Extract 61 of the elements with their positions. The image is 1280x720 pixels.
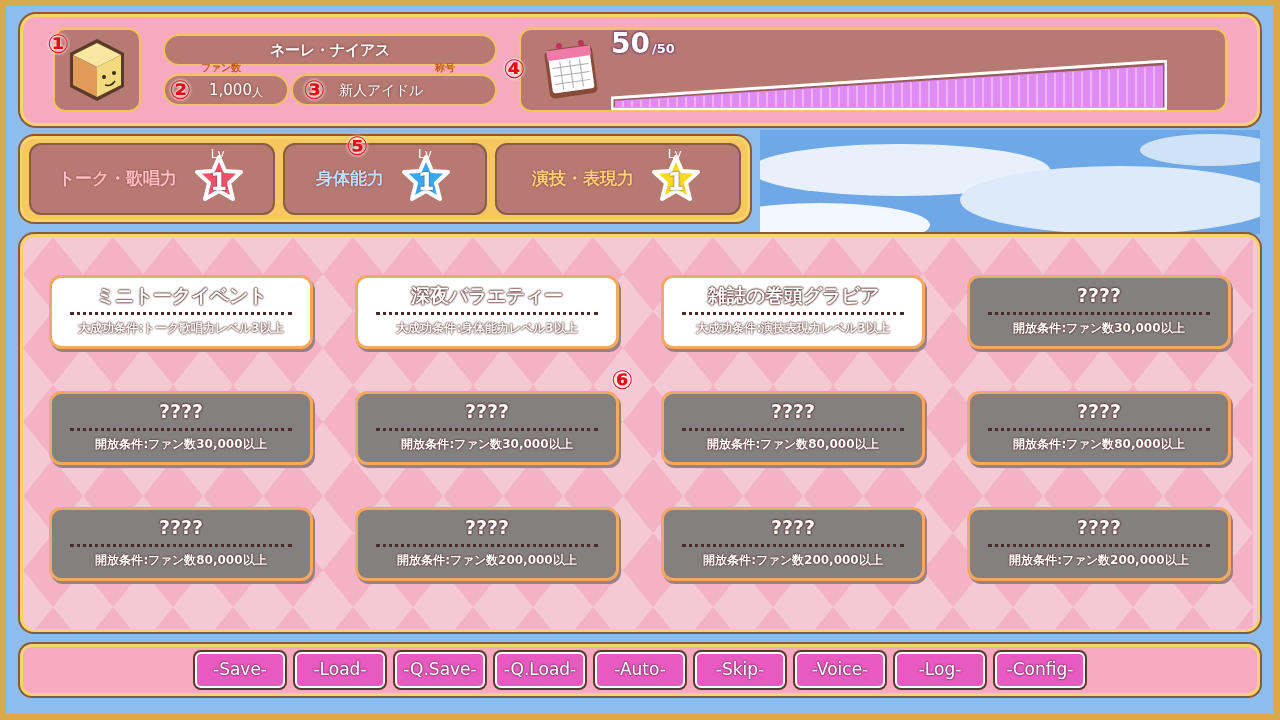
- menu-button[interactable]: -Voice-: [795, 652, 885, 688]
- title-value: 新人アイドル: [339, 81, 423, 100]
- event-card[interactable]: ???? 開放条件:ファン数200,000以上: [355, 507, 619, 581]
- skill-name: 演技・表現力: [531, 167, 634, 191]
- menu-button[interactable]: -Save-: [195, 652, 285, 688]
- event-title: ????: [158, 515, 204, 540]
- menu-button[interactable]: -Config-: [995, 652, 1085, 688]
- event-condition: 開放条件:ファン数80,000以上: [1013, 436, 1185, 453]
- event-condition: 開放条件:ファン数200,000以上: [703, 552, 883, 569]
- event-card[interactable]: ???? 開放条件:ファン数200,000以上: [967, 507, 1231, 581]
- level-label: Lv: [667, 146, 682, 163]
- event-card[interactable]: ???? 開放条件:ファン数30,000以上: [49, 391, 313, 465]
- event-condition: 開放条件:ファン数200,000以上: [397, 552, 577, 569]
- fans-count: 1,000: [209, 79, 252, 101]
- event-condition: 開放条件:ファン数30,000以上: [1013, 320, 1185, 337]
- level-label: Lv: [210, 146, 225, 163]
- event-card[interactable]: ???? 開放条件:ファン数80,000以上: [49, 507, 313, 581]
- event-condition: 開放条件:ファン数30,000以上: [95, 436, 267, 453]
- event-title: 深夜バラエティー: [411, 283, 563, 308]
- event-condition: 開放条件:ファン数80,000以上: [707, 436, 879, 453]
- event-title: ????: [770, 515, 816, 540]
- event-title: ????: [1076, 399, 1122, 424]
- menu-button[interactable]: -Skip-: [695, 652, 785, 688]
- menu-button[interactable]: -Auto-: [595, 652, 685, 688]
- menu-button[interactable]: -Q.Save-: [395, 652, 485, 688]
- event-condition: 開放条件:ファン数80,000以上: [95, 552, 267, 569]
- event-condition: 大成功条件:演技表現力レベル3以上: [696, 320, 890, 337]
- stamina-max: /50: [651, 39, 675, 58]
- menu-button[interactable]: -Load-: [295, 652, 385, 688]
- event-card[interactable]: ミニトークイベント 大成功条件:トーク歌唱力レベル3以上: [49, 275, 313, 349]
- fans-unit: 人: [251, 85, 263, 101]
- event-title: ????: [464, 399, 510, 424]
- marker-number: ③: [303, 77, 325, 103]
- event-card[interactable]: ???? 開放条件:ファン数80,000以上: [967, 391, 1231, 465]
- menu-button[interactable]: -Log-: [895, 652, 985, 688]
- level-number: 1: [417, 167, 435, 198]
- event-card[interactable]: 雑誌の巻頭グラビア 大成功条件:演技表現力レベル3以上: [661, 275, 925, 349]
- menu-button[interactable]: -Q.Load-: [495, 652, 585, 688]
- event-title: ????: [1076, 283, 1122, 308]
- event-condition: 開放条件:ファン数200,000以上: [1009, 552, 1189, 569]
- event-card[interactable]: ???? 開放条件:ファン数30,000以上: [967, 275, 1231, 349]
- event-title: ミニトークイベント: [95, 283, 267, 308]
- event-card[interactable]: ???? 開放条件:ファン数200,000以上: [661, 507, 925, 581]
- event-condition: 大成功条件:身体能力レベル3以上: [396, 320, 578, 337]
- event-card[interactable]: ???? 開放条件:ファン数30,000以上: [355, 391, 619, 465]
- event-title: ????: [770, 399, 816, 424]
- event-card[interactable]: ???? 開放条件:ファン数80,000以上: [661, 391, 925, 465]
- level-number: 1: [210, 167, 228, 198]
- skill-name: 身体能力: [316, 167, 384, 191]
- skill-name: トーク・歌唱力: [57, 167, 177, 191]
- level-number: 1: [667, 167, 685, 198]
- event-title: ????: [158, 399, 204, 424]
- marker-number: ②: [169, 77, 191, 103]
- stamina-value: 50: [611, 30, 650, 58]
- event-title: ????: [1076, 515, 1122, 540]
- event-title: 雑誌の巻頭グラビア: [707, 283, 879, 308]
- event-card[interactable]: 深夜バラエティー 大成功条件:身体能力レベル3以上: [355, 275, 619, 349]
- event-title: ????: [464, 515, 510, 540]
- marker-number: ⑥: [611, 367, 633, 393]
- event-condition: 大成功条件:トーク歌唱力レベル3以上: [78, 320, 284, 337]
- event-condition: 開放条件:ファン数30,000以上: [401, 436, 573, 453]
